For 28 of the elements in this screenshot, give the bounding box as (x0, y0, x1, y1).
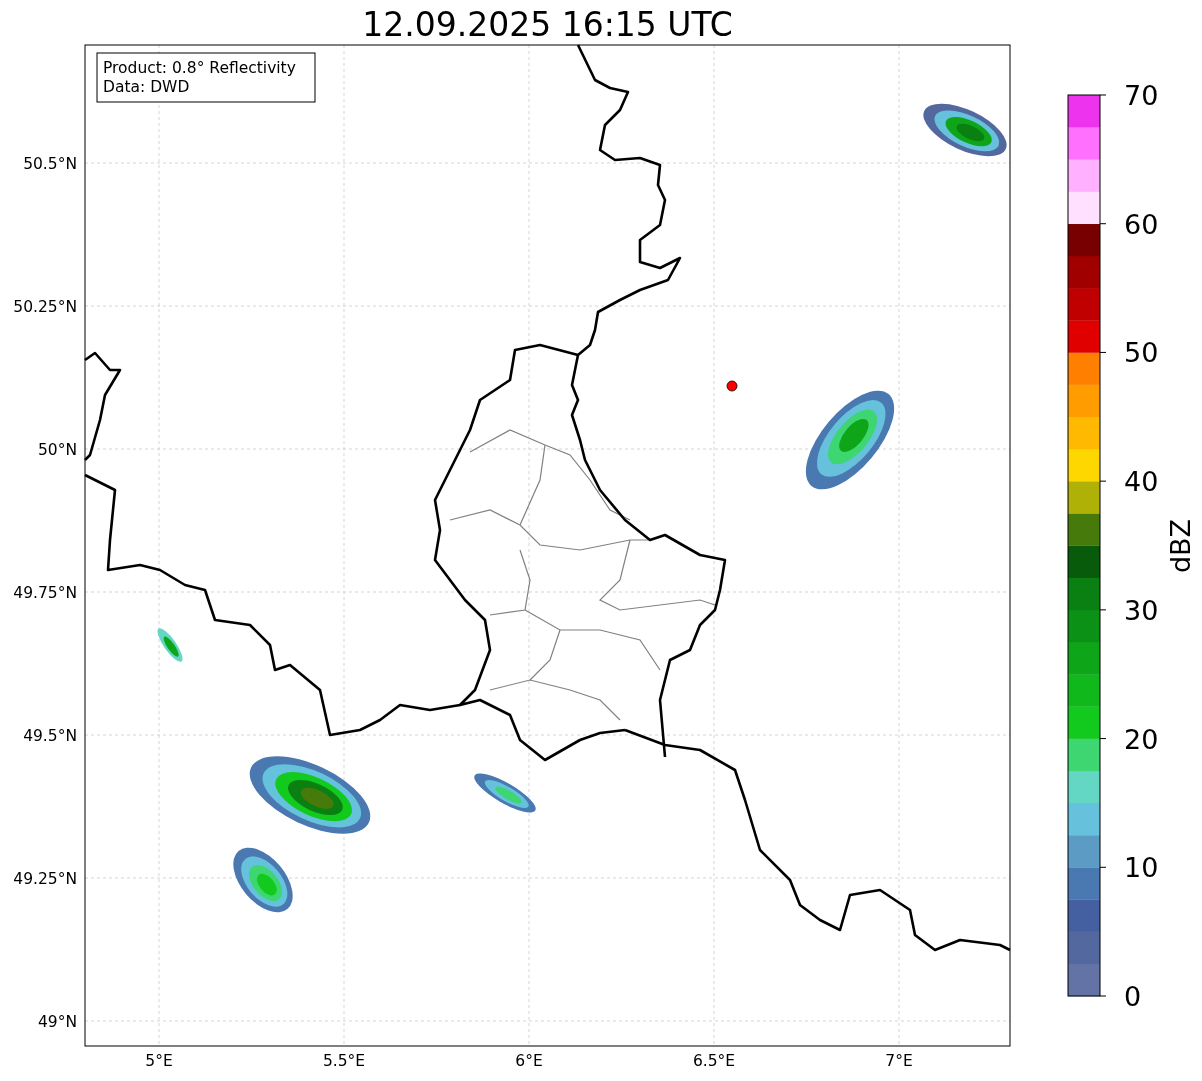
latitude-label: 49.75°N (13, 584, 77, 602)
colorbar-tick-label: 70 (1124, 80, 1159, 111)
latitude-label: 49.25°N (13, 870, 77, 888)
latitude-label: 50.25°N (13, 298, 77, 316)
longitude-label: 6°E (515, 1052, 543, 1070)
longitude-label: 5.5°E (322, 1052, 366, 1070)
radar-echo-drawing (157, 628, 183, 662)
colorbar-tick-label: 0 (1124, 981, 1142, 1012)
colorbar-tick-label: 30 (1124, 594, 1159, 626)
longitude-label: 7°E (885, 1052, 913, 1070)
longitude-label: 5°E (145, 1052, 173, 1070)
latitude-label: 50°N (37, 441, 77, 459)
latitude-label: 49.5°N (23, 727, 77, 745)
latitude-label: 50.5°N (23, 155, 77, 173)
info-text: Product: 0.8° Reflectivity (103, 59, 296, 77)
radar-echo-drawing (233, 847, 293, 913)
colorbar-tick-label: 20 (1124, 723, 1159, 755)
radar-echo-drawing (474, 773, 536, 813)
plot-title: 12.09.2025 16:15 UTC (362, 5, 733, 44)
info-text: Data: DWD (103, 78, 190, 96)
colorbar-tick-label: 10 (1124, 852, 1159, 884)
colorbar-label: dBZ (1165, 518, 1196, 574)
colorbar-tick-label: 60 (1124, 208, 1159, 240)
latitude-label: 49°N (37, 1013, 77, 1031)
location-marker (726, 380, 738, 392)
longitude-label: 6.5°E (692, 1052, 736, 1070)
colorbar-tick-label: 50 (1124, 337, 1159, 369)
colorbar-tick-label: 40 (1124, 466, 1159, 498)
